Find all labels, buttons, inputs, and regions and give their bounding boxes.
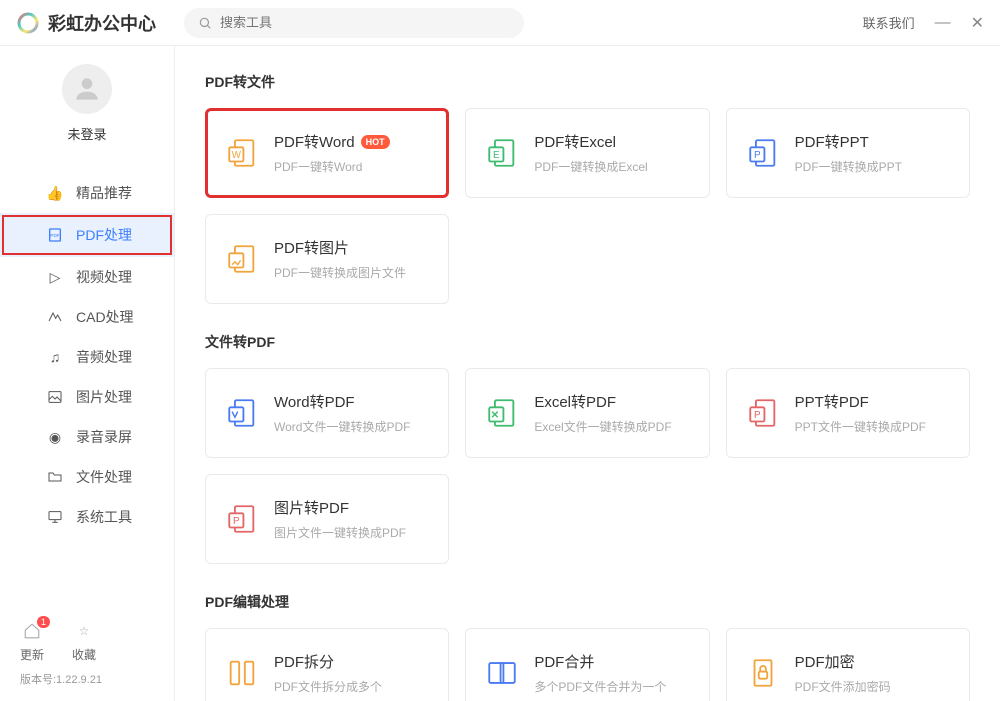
avatar[interactable] bbox=[62, 64, 112, 114]
merge-icon bbox=[484, 655, 520, 691]
image-file-icon bbox=[224, 241, 260, 277]
star-icon: ☆ bbox=[73, 620, 95, 642]
search-box[interactable] bbox=[184, 8, 524, 38]
nav-cad[interactable]: CAD处理 bbox=[0, 297, 174, 337]
user-icon bbox=[71, 73, 103, 105]
card-ppt-to-pdf[interactable]: P PPT转PDFPPT文件一键转换成PDF bbox=[726, 368, 970, 458]
search-icon bbox=[198, 16, 212, 30]
music-icon: ♫ bbox=[46, 349, 64, 365]
word-pdf-icon bbox=[224, 395, 260, 431]
folder-icon bbox=[46, 469, 64, 485]
thumbs-up-icon: 👍 bbox=[46, 185, 64, 202]
svg-text:P: P bbox=[233, 516, 240, 527]
image-icon bbox=[46, 389, 64, 405]
svg-text:W: W bbox=[232, 150, 242, 161]
card-pdf-split[interactable]: PDF拆分PDF文件拆分成多个 bbox=[205, 628, 449, 701]
cad-icon bbox=[46, 309, 64, 325]
hot-badge: HOT bbox=[361, 135, 390, 149]
card-pdf-to-ppt[interactable]: P PDF转PPTPDF一键转换成PPT bbox=[726, 108, 970, 198]
card-grid: W PDF转WordHOT PDF一键转Word E PDF转ExcelPDF一… bbox=[205, 108, 970, 304]
svg-text:P: P bbox=[754, 150, 761, 161]
logo-icon bbox=[16, 11, 40, 35]
sidebar: 未登录 👍精品推荐 PDFPDF处理 ▷视频处理 CAD处理 ♫音频处理 图片处… bbox=[0, 46, 175, 701]
nav-video[interactable]: ▷视频处理 bbox=[0, 257, 174, 297]
record-icon: ◉ bbox=[46, 429, 64, 446]
svg-text:PDF: PDF bbox=[50, 233, 59, 238]
app-logo: 彩虹办公中心 bbox=[16, 10, 156, 36]
excel-pdf-icon bbox=[484, 395, 520, 431]
update-badge: 1 bbox=[37, 616, 50, 628]
card-pdf-merge[interactable]: PDF合并多个PDF文件合并为一个 bbox=[465, 628, 709, 701]
split-icon bbox=[224, 655, 260, 691]
contact-link[interactable]: 联系我们 bbox=[863, 13, 915, 32]
card-pdf-to-excel[interactable]: E PDF转ExcelPDF一键转换成Excel bbox=[465, 108, 709, 198]
nav-record[interactable]: ◉录音录屏 bbox=[0, 417, 174, 457]
titlebar: 彩虹办公中心 联系我们 — ✕ bbox=[0, 0, 1000, 46]
card-word-to-pdf[interactable]: Word转PDFWord文件一键转换成PDF bbox=[205, 368, 449, 458]
search-input[interactable] bbox=[220, 15, 510, 30]
minimize-button[interactable]: — bbox=[935, 14, 951, 32]
play-icon: ▷ bbox=[46, 269, 64, 286]
excel-icon: E bbox=[484, 135, 520, 171]
section-title: PDF转文件 bbox=[205, 72, 970, 92]
card-grid: Word转PDFWord文件一键转换成PDF Excel转PDFExcel文件一… bbox=[205, 368, 970, 564]
card-grid: PDF拆分PDF文件拆分成多个 PDF合并多个PDF文件合并为一个 PDF加密P… bbox=[205, 628, 970, 701]
card-excel-to-pdf[interactable]: Excel转PDFExcel文件一键转换成PDF bbox=[465, 368, 709, 458]
version-label: 版本号:1.22.9.21 bbox=[20, 671, 154, 687]
update-button[interactable]: 1 更新 bbox=[20, 620, 44, 663]
nav-file[interactable]: 文件处理 bbox=[0, 457, 174, 497]
monitor-icon bbox=[46, 509, 64, 525]
card-pdf-to-image[interactable]: PDF转图片PDF一键转换成图片文件 bbox=[205, 214, 449, 304]
nav-featured[interactable]: 👍精品推荐 bbox=[0, 173, 174, 213]
main-content: PDF转文件 W PDF转WordHOT PDF一键转Word E PDF转Ex… bbox=[175, 46, 1000, 701]
card-pdf-encrypt[interactable]: PDF加密PDF文件添加密码 bbox=[726, 628, 970, 701]
card-pdf-to-word[interactable]: W PDF转WordHOT PDF一键转Word bbox=[205, 108, 449, 198]
ppt-pdf-icon: P bbox=[745, 395, 781, 431]
app-title: 彩虹办公中心 bbox=[48, 10, 156, 36]
svg-text:P: P bbox=[754, 410, 761, 421]
nav: 👍精品推荐 PDFPDF处理 ▷视频处理 CAD处理 ♫音频处理 图片处理 ◉录… bbox=[0, 163, 174, 537]
card-image-to-pdf[interactable]: P 图片转PDF图片文件一键转换成PDF bbox=[205, 474, 449, 564]
nav-image[interactable]: 图片处理 bbox=[0, 377, 174, 417]
section-title: 文件转PDF bbox=[205, 332, 970, 352]
close-button[interactable]: ✕ bbox=[971, 13, 984, 33]
lock-icon bbox=[745, 655, 781, 691]
nav-system[interactable]: 系统工具 bbox=[0, 497, 174, 537]
svg-text:E: E bbox=[493, 150, 500, 161]
sidebar-footer: 1 更新 ☆ 收藏 版本号:1.22.9.21 bbox=[0, 606, 174, 701]
image-pdf-icon: P bbox=[224, 501, 260, 537]
nav-audio[interactable]: ♫音频处理 bbox=[0, 337, 174, 377]
favorite-button[interactable]: ☆ 收藏 bbox=[72, 620, 96, 663]
ppt-icon: P bbox=[745, 135, 781, 171]
word-icon: W bbox=[224, 135, 260, 171]
user-section[interactable]: 未登录 bbox=[0, 46, 174, 163]
user-label: 未登录 bbox=[0, 124, 174, 143]
section-title: PDF编辑处理 bbox=[205, 592, 970, 612]
nav-pdf[interactable]: PDFPDF处理 bbox=[0, 213, 174, 257]
pdf-icon: PDF bbox=[46, 227, 64, 243]
